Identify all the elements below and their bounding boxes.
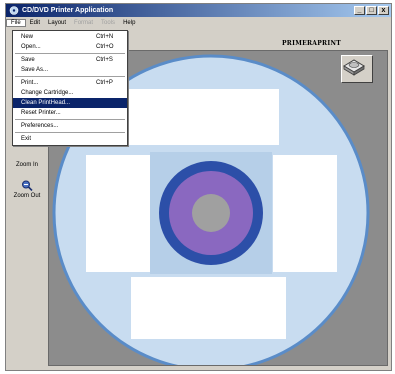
menu-item-open[interactable]: Open... Ctrl+O [13,42,127,52]
menu-item-save[interactable]: Save Ctrl+S [13,55,127,65]
menu-tools[interactable]: Tools [97,20,119,26]
menu-item-clean-printhead-label: Clean PrintHead... [21,100,71,106]
zoom-out-label: Zoom Out [13,193,41,199]
maximize-button[interactable]: □ [366,6,377,15]
menu-item-reset-printer[interactable]: Reset Printer... [13,108,127,118]
menu-item-open-shortcut: Ctrl+O [96,44,114,50]
menu-item-print-shortcut: Ctrl+P [96,80,113,86]
menu-separator [15,53,125,54]
print-button[interactable] [341,55,373,83]
brand-logo: PRIMERAPRINT [281,40,341,47]
cd-app-icon [9,6,19,15]
menu-help[interactable]: Help [119,20,139,26]
window-title: CD/DVD Printer Application [22,7,114,14]
menu-item-open-label: Open... [21,44,41,50]
menu-item-new-shortcut: Ctrl+N [96,34,114,40]
menu-item-save-as[interactable]: Save As... [13,65,127,75]
menu-separator [15,119,125,120]
text-box-bottom[interactable] [131,277,286,339]
menu-edit[interactable]: Edit [26,20,44,26]
minimize-button[interactable]: _ [354,6,365,15]
menu-item-reset-printer-label: Reset Printer... [21,110,61,116]
menu-item-new-label: New [21,34,34,40]
title-bar[interactable]: CD/DVD Printer Application _ □ x [6,4,391,17]
close-button[interactable]: x [378,6,389,15]
zoom-in-tool[interactable]: Zoom In [8,162,46,168]
menu-item-preferences-label: Preferences... [21,123,59,129]
printer-icon [343,59,365,76]
zoom-out-tool[interactable]: Zoom Out [8,180,46,199]
menu-file[interactable]: File [6,18,26,27]
menu-item-change-cartridge[interactable]: Change Cartridge... [13,88,127,98]
text-box-right[interactable] [273,155,337,272]
text-box-top[interactable] [124,89,279,145]
menu-item-clean-printhead[interactable]: Clean PrintHead... [13,98,127,108]
menu-separator [15,132,125,133]
menu-item-exit-label: Exit [21,136,32,142]
zoom-in-label: Zoom In [15,162,38,168]
app-window: CD/DVD Printer Application _ □ x File Ed… [5,3,392,371]
zoom-out-icon [22,180,33,192]
menu-bar: File Edit Layout Format Tools Help [6,17,391,28]
menu-item-new[interactable]: New Ctrl+N [13,32,127,42]
menu-item-print[interactable]: Print... Ctrl+P [13,78,127,88]
menu-item-preferences[interactable]: Preferences... [13,121,127,131]
menu-item-save-as-label: Save As... [21,67,49,73]
menu-format[interactable]: Format [70,20,97,26]
menu-item-save-label: Save [21,57,35,63]
menu-item-change-cartridge-label: Change Cartridge... [21,90,74,96]
file-menu-dropdown: New Ctrl+N Open... Ctrl+O Save Ctrl+S Sa… [12,30,128,146]
menu-layout[interactable]: Layout [44,20,70,26]
menu-separator [15,76,125,77]
menu-item-print-label: Print... [21,80,39,86]
text-box-left[interactable] [86,155,150,272]
menu-item-exit[interactable]: Exit [13,134,127,144]
center-hole [192,194,230,232]
menu-item-save-shortcut: Ctrl+S [96,57,113,63]
